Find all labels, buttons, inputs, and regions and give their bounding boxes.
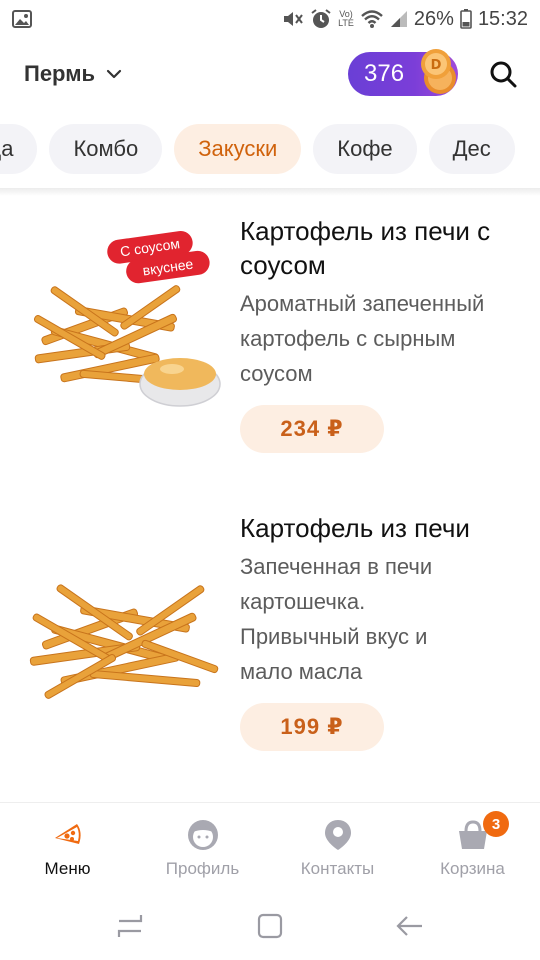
cart-count-badge: 3 [483,811,509,837]
search-icon [490,61,517,88]
nav-contacts-label: Контакты [300,859,375,878]
tab-pizza[interactable]: цца [0,124,38,174]
alarm-icon [310,8,332,30]
profile-icon [185,817,221,853]
nav-profile[interactable]: Профиль [135,803,270,892]
system-navigation-bar [0,892,540,960]
product-title: Картофель из печи [240,513,470,543]
product-title: Картофель из печи с соусом [240,216,491,280]
image-icon [12,10,32,28]
tab-desserts[interactable]: Дес [428,124,515,174]
product-description: Ароматный запеченный картофель с сырным … [240,291,485,386]
fries-image [29,584,219,699]
clock: 15:32 [477,7,528,30]
coins-icon: D [421,49,456,94]
back-arrow-icon [396,916,422,936]
product-card[interactable]: С соусом вкуснее Картофель из печи с соу… [0,210,540,480]
battery-percent: 26% [413,7,454,30]
signal-icon [390,10,408,28]
pizza-slice-icon [50,817,86,853]
nav-menu-label: Меню [44,859,91,878]
category-tabs: цца Комбо Закуски Кофе Дес [0,124,540,178]
wifi-icon [360,9,384,29]
battery-icon [460,9,472,29]
sauce-badge: С соусом вкуснее [107,231,210,284]
price-button[interactable]: 234 ₽ [240,405,384,453]
tab-coffee[interactable]: Кофе [313,124,417,174]
home-button[interactable] [250,906,290,946]
recent-apps-icon [117,915,143,937]
svg-text:D: D [431,58,442,73]
location-pin-icon [320,817,356,853]
nav-cart[interactable]: Корзина 3 [405,803,540,892]
nav-contacts[interactable]: Контакты [270,803,405,892]
nav-menu[interactable]: Меню [0,803,135,892]
city-selector[interactable]: Пермь [24,61,123,87]
status-bar: Vo) LTE 26% 15:32 [0,0,540,38]
price-button[interactable]: 199 ₽ [240,703,384,751]
city-name: Пермь [24,61,95,86]
app-header: Пермь 376 D [0,38,540,110]
home-icon [257,913,283,939]
nav-cart-label: Корзина [440,859,505,878]
tab-combo[interactable]: Комбо [49,124,163,174]
coins-count: 376 [364,60,405,87]
tab-snacks[interactable]: Закуски [174,124,302,174]
product-card[interactable]: Картофель из печи Запеченная в печи карт… [0,505,540,785]
bottom-navigation: Меню Профиль Контакты Корзина 3 [0,802,540,892]
recent-apps-button[interactable] [110,906,150,946]
search-button[interactable] [488,59,518,89]
tabs-divider [0,188,540,196]
nav-profile-label: Профиль [165,859,240,878]
product-description: Запеченная в печи картошечка. Привычный … [240,554,433,684]
back-button[interactable] [390,906,430,946]
chevron-down-icon [106,69,122,79]
fries-with-sauce-image: С соусом вкуснее [33,231,221,407]
mute-icon [282,9,304,29]
coins-balance-button[interactable]: 376 D [348,49,458,96]
volte-icon: Vo) LTE [338,9,354,28]
